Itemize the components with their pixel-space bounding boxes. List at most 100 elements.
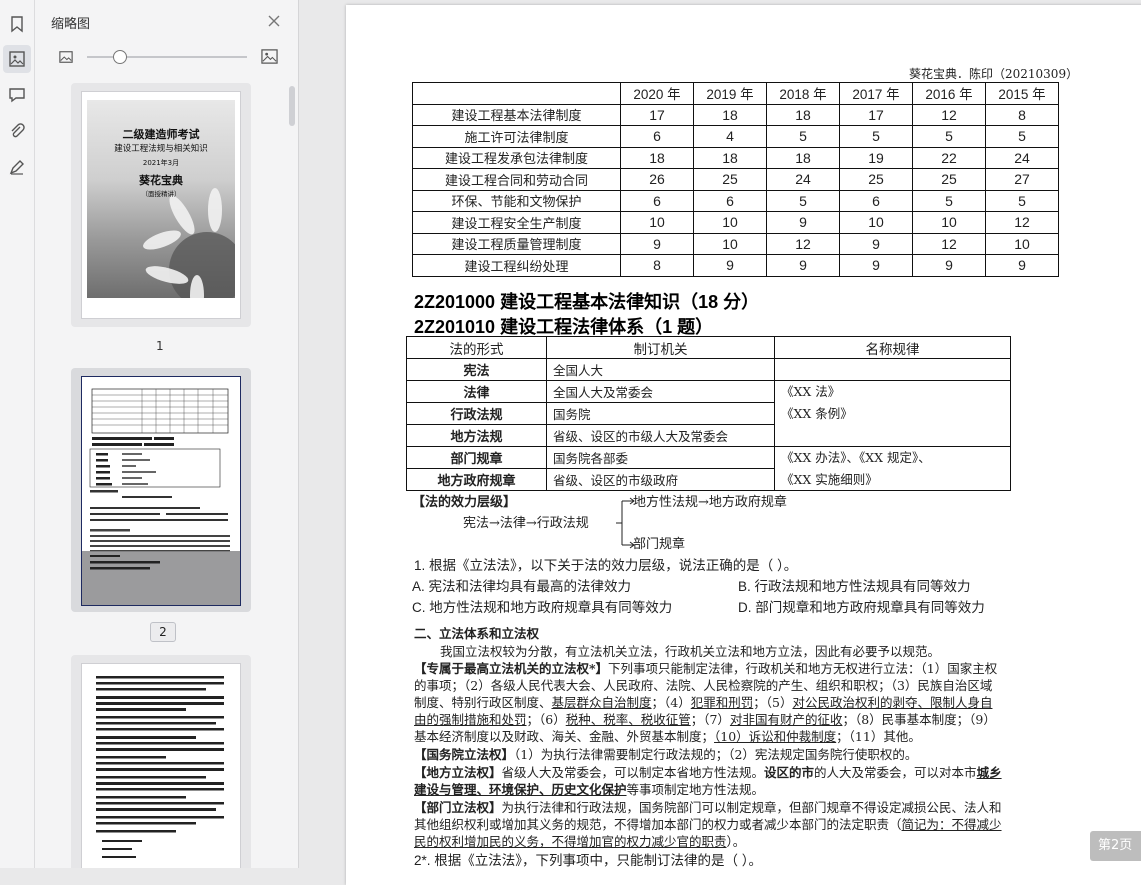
table-corner-cell — [412, 82, 621, 105]
section-2-title: 二、立法体系和立法权 — [414, 626, 540, 641]
law-form-cell: 部门规章 — [406, 446, 547, 469]
text-span: 其他组织权利或增加其义务的规范，不得增加本部门的权力或者减少本部门的法定职责（ — [414, 817, 902, 832]
score-cell: 10 — [912, 211, 986, 234]
question-1-stem: 1. 根据《立法法》，以下关于法的效力层级，说法正确的是（ ）。 — [414, 558, 798, 573]
exclusive-power-line-5: 基本经济制度以及财政、海关、金融、外贸基本制度；（10）诉讼和仲裁制度；（11）… — [414, 726, 921, 745]
score-cell: 25 — [693, 168, 767, 191]
topic-cell: 建设工程安全生产制度 — [412, 211, 621, 234]
law-org-cell: 国务院 — [546, 402, 775, 425]
score-cell: 6 — [620, 125, 694, 148]
attachment-icon[interactable] — [3, 117, 31, 145]
thumbnail-panel: 缩略图 二级建造师考试 建设工程法规与相关知识 2021年3月 葵花宝典 （面授… — [35, 0, 299, 868]
law-table-header: 法的形式 — [406, 336, 547, 359]
score-cell: 10 — [693, 232, 767, 255]
table-row: 地方法规 省级、设区的市级人大及常委会 — [406, 424, 1011, 447]
page-header: 葵花宝典．陈印（20210309） — [909, 67, 1079, 81]
score-cell: 10 — [620, 211, 694, 234]
comment-icon[interactable] — [3, 81, 31, 109]
zoom-slider-knob[interactable] — [113, 50, 127, 64]
score-cell: 5 — [766, 125, 840, 148]
hierarchy-chain: 宪法→法律→行政法规 — [463, 516, 589, 531]
topic-cell: 建设工程发承包法律制度 — [412, 146, 621, 169]
law-norm-cell — [774, 358, 1011, 381]
year-header: 2016 年 — [912, 82, 986, 105]
panel-scrollbar[interactable] — [289, 86, 295, 126]
table-row: 建设工程安全生产制度 10 10 9 10 10 12 — [412, 211, 1059, 234]
law-org-cell: 全国人大及常委会 — [546, 380, 775, 403]
thumbnail-icon[interactable] — [3, 45, 31, 73]
score-cell: 12 — [766, 232, 840, 255]
document-page: 葵花宝典．陈印（20210309） 2020 年 2019 年 2018 年 2… — [346, 5, 1141, 885]
table-row: 建设工程纠纷处理 8 9 9 9 9 9 — [412, 254, 1059, 277]
underlined-text: （10）诉讼和仲裁制度 — [714, 729, 837, 744]
score-cell: 10 — [839, 211, 913, 234]
state-council-power-line: 【国务院立法权】（1）为执行法律需要制定行政法规的；（2）宪法规定国务院行使职权… — [414, 744, 917, 763]
close-icon[interactable] — [265, 12, 283, 30]
state-council-heading: 【国务院立法权】 — [414, 747, 515, 762]
score-cell: 6 — [839, 189, 913, 212]
score-cell: 18 — [693, 103, 767, 126]
sunflower-cover-image: 二级建造师考试 建设工程法规与相关知识 2021年3月 葵花宝典 （面授精讲） — [87, 100, 235, 298]
law-org-cell: 国务院各部委 — [546, 446, 775, 469]
table-row: 部门规章 国务院各部委 《XX 办法》、《XX 规定》、 — [406, 446, 1011, 469]
score-cell: 9 — [620, 232, 694, 255]
score-cell: 26 — [620, 168, 694, 191]
thumbnail-page-3[interactable] — [71, 655, 251, 868]
score-cell: 6 — [620, 189, 694, 212]
table-header-row: 法的形式 制订机关 名称规律 — [406, 336, 1011, 359]
question-1-option-b: B. 行政法规和地方性法规具有同等效力 — [738, 579, 971, 594]
text-span: ；（11）其他。 — [836, 729, 921, 744]
bookmark-icon[interactable] — [3, 10, 31, 38]
law-table-header: 名称规律 — [774, 336, 1011, 359]
small-image-icon[interactable] — [59, 50, 73, 64]
underlined-text: 由的强制措施和处罚 — [414, 712, 527, 727]
law-norm-cell: 《XX 实施细则》 — [774, 468, 1011, 491]
zoom-slider-track[interactable] — [87, 56, 247, 58]
table-row: 宪法 全国人大 — [406, 358, 1011, 381]
score-cell: 5 — [985, 125, 1059, 148]
thumbnail-page-2-image — [81, 376, 241, 606]
thumbnail-label-1: 1 — [156, 339, 164, 353]
law-norm-cell: 《XX 法》 — [774, 380, 1011, 403]
cover-subtitle: 建设工程法规与相关知识 — [114, 144, 208, 154]
thumbnail-page-1[interactable]: 二级建造师考试 建设工程法规与相关知识 2021年3月 葵花宝典 （面授精讲） — [71, 83, 251, 327]
page-indicator-button[interactable]: 第2页 — [1090, 831, 1141, 861]
local-power-line-2: 建设与管理、环境保护、历史文化保护等事项制定地方性法规。 — [414, 779, 764, 798]
text-span: ）。 — [726, 834, 746, 849]
score-cell: 9 — [985, 254, 1059, 277]
score-cell: 18 — [620, 146, 694, 169]
exam-score-table: 2020 年 2019 年 2018 年 2017 年 2016 年 2015 … — [412, 82, 1059, 277]
bold-underlined-text: 建设与管理、环境保护、历史文化保护 — [414, 782, 627, 797]
cover-note: （面授精讲） — [141, 190, 181, 198]
topic-cell: 建设工程纠纷处理 — [412, 254, 621, 277]
law-org-cell: 省级、设区的市级政府 — [546, 468, 775, 491]
text-span: 等事项制定地方性法规。 — [626, 782, 765, 797]
law-table-header: 制订机关 — [546, 336, 775, 359]
thumbnail-page-3-image — [81, 663, 241, 868]
law-norm-cell: 《XX 条例》 — [774, 402, 1011, 425]
topic-cell: 建设工程合同和劳动合同 — [412, 168, 621, 191]
score-cell: 12 — [912, 232, 986, 255]
text-span: （1）为执行法律需要制定行政法规的；（2）宪法规定国务院行使职权的。 — [514, 747, 918, 762]
score-cell: 12 — [912, 103, 986, 126]
thumbnail-page-1-image: 二级建造师考试 建设工程法规与相关知识 2021年3月 葵花宝典 （面授精讲） — [81, 91, 241, 319]
underlined-text: 民的权利增加民的义务，不得增加官的权力减少官的职责 — [414, 834, 727, 849]
cover-date: 2021年3月 — [142, 159, 180, 167]
score-cell: 10 — [985, 232, 1059, 255]
dept-power-heading: 【部门立法权】 — [414, 800, 502, 815]
score-cell: 22 — [912, 146, 986, 169]
panel-title: 缩略图 — [51, 17, 91, 32]
large-image-icon[interactable] — [261, 48, 278, 65]
text-span: 为执行法律和行政法规，国务院部门可以制定规章，但部门规章不得设定减损公民、法人和 — [501, 800, 1002, 815]
table-row: 法律 全国人大及常委会 《XX 法》 — [406, 380, 1011, 403]
cover-brand: 葵花宝典 — [139, 174, 183, 187]
thumbnail-page-2[interactable] — [71, 368, 251, 612]
text-span: 基本经济制度以及财政、海关、金融、外贸基本制度； — [414, 729, 715, 744]
score-cell: 19 — [839, 146, 913, 169]
law-norm-cell — [774, 424, 1011, 447]
signature-icon[interactable] — [3, 153, 31, 181]
score-cell: 8 — [620, 254, 694, 277]
topic-cell: 施工许可法律制度 — [412, 125, 621, 148]
score-cell: 5 — [912, 125, 986, 148]
year-header: 2017 年 — [839, 82, 913, 105]
